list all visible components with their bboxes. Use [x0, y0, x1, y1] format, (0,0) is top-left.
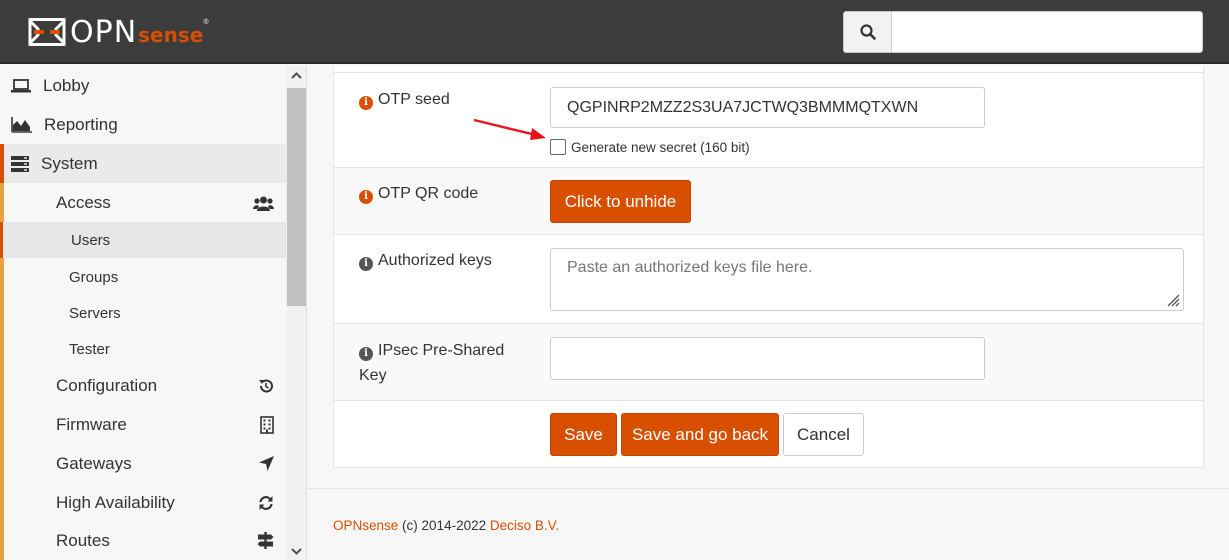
- ipsec-psk-label: i IPsec Pre-Shared Key: [359, 342, 505, 384]
- sidebar-item-label: Users: [71, 231, 111, 249]
- footer-company-link[interactable]: Deciso B.V.: [490, 518, 559, 533]
- resize-handle-icon[interactable]: [1166, 293, 1180, 307]
- opnsense-logo-icon: [28, 17, 66, 47]
- signpost-icon: [257, 532, 274, 549]
- sidebar-item-servers[interactable]: Servers: [4, 295, 286, 331]
- sidebar-item-label: Servers: [69, 304, 121, 322]
- server-icon: [11, 155, 29, 172]
- sidebar-item-users[interactable]: Users: [0, 222, 286, 258]
- sidebar-item-reporting[interactable]: Reporting: [0, 105, 286, 144]
- form-actions-row: Save Save and go back Cancel: [334, 400, 1203, 468]
- search-button[interactable]: [843, 11, 891, 53]
- sidebar-item-configuration[interactable]: Configuration: [4, 366, 286, 405]
- info-icon[interactable]: i: [359, 96, 373, 110]
- sidebar-item-label: Routes: [56, 530, 110, 550]
- user-form-panel: i OTP seed QGPINRP2MZZ2S3UA7JCTWQ3BMMMQTX…: [333, 66, 1204, 468]
- logo-opn-text: OPN: [70, 14, 138, 50]
- search-icon: [859, 24, 876, 40]
- sidebar-item-label: Groups: [69, 268, 119, 286]
- opnsense-logo[interactable]: OPN sense ®: [28, 12, 209, 52]
- otp-qr-label: i OTP QR code: [359, 181, 478, 206]
- generate-secret-checkbox[interactable]: [550, 139, 566, 155]
- sidebar: Lobby Reporting System Access Users Grou…: [0, 66, 307, 560]
- building-icon: [260, 415, 274, 434]
- sidebar-item-label: Reporting: [44, 114, 118, 134]
- authorized-keys-textarea[interactable]: Paste an authorized keys file here.: [550, 248, 1184, 311]
- footer: OPNsense (c) 2014-2022 Deciso B.V.: [307, 488, 1229, 560]
- otp-seed-row: i OTP seed QGPINRP2MZZ2S3UA7JCTWQ3BMMMQTX…: [334, 72, 1203, 168]
- sidebar-item-label: Firmware: [56, 414, 127, 434]
- users-icon: [253, 196, 274, 211]
- top-navbar: OPN sense ®: [0, 0, 1229, 64]
- footer-copyright: (c) 2014-2022: [402, 518, 487, 533]
- sidebar-item-label: High Availability: [56, 492, 175, 512]
- sidebar-item-firmware[interactable]: Firmware: [4, 405, 286, 444]
- click-to-unhide-button[interactable]: Click to unhide: [550, 180, 691, 223]
- sidebar-item-access[interactable]: Access: [4, 183, 286, 222]
- refresh-icon: [259, 495, 273, 510]
- scrollbar-thumb[interactable]: [287, 88, 306, 306]
- authorized-keys-row: i Authorized keys Paste an authorized key…: [334, 234, 1203, 324]
- cancel-button[interactable]: Cancel: [783, 413, 864, 456]
- info-icon[interactable]: i: [359, 347, 373, 361]
- sidebar-scrollbar[interactable]: [286, 66, 306, 560]
- sidebar-item-high-availability[interactable]: High Availability: [4, 483, 286, 522]
- save-and-go-back-button[interactable]: Save and go back: [621, 413, 779, 456]
- logo-registered-mark: ®: [203, 18, 209, 26]
- system-submenu: Access Users Groups Servers Tester Confi…: [0, 183, 286, 560]
- search-input[interactable]: [891, 11, 1203, 53]
- sidebar-item-routes[interactable]: Routes: [4, 521, 286, 560]
- sidebar-item-system[interactable]: System: [0, 144, 286, 183]
- sidebar-item-label: Configuration: [56, 375, 158, 395]
- otp-seed-label: i OTP seed: [359, 87, 450, 112]
- sidebar-item-tester[interactable]: Tester: [4, 331, 286, 367]
- ipsec-psk-row: i IPsec Pre-Shared Key: [334, 323, 1203, 401]
- otp-qr-row: i OTP QR code Click to unhide: [334, 167, 1203, 235]
- sidebar-item-label: Tester: [69, 340, 110, 358]
- sidebar-item-groups[interactable]: Groups: [4, 259, 286, 295]
- history-icon: [259, 379, 273, 393]
- location-arrow-icon: [259, 456, 274, 471]
- annotation-arrow-icon: [473, 118, 546, 140]
- laptop-icon: [11, 78, 31, 92]
- ipsec-psk-input[interactable]: [550, 337, 985, 380]
- logo-sense-text: sense: [138, 22, 204, 47]
- sidebar-item-label: Access: [56, 192, 111, 212]
- footer-brand-link[interactable]: OPNsense: [333, 518, 398, 533]
- otp-seed-input[interactable]: QGPINRP2MZZ2S3UA7JCTWQ3BMMMQTXWN: [550, 87, 985, 128]
- generate-secret-label[interactable]: Generate new secret (160 bit): [571, 139, 750, 156]
- footer-text: OPNsense (c) 2014-2022 Deciso B.V.: [333, 518, 559, 533]
- sidebar-item-gateways[interactable]: Gateways: [4, 444, 286, 483]
- sidebar-item-label: Gateways: [56, 453, 132, 473]
- save-button[interactable]: Save: [550, 413, 617, 456]
- area-chart-icon: [11, 116, 32, 133]
- search-group: [843, 11, 1203, 53]
- sidebar-item-label: System: [41, 153, 98, 173]
- sidebar-item-label: Lobby: [43, 75, 90, 95]
- scroll-up-arrow-icon[interactable]: [286, 66, 306, 84]
- main-content: i OTP seed QGPINRP2MZZ2S3UA7JCTWQ3BMMMQTX…: [307, 66, 1229, 560]
- info-icon[interactable]: i: [359, 257, 373, 271]
- info-icon[interactable]: i: [359, 190, 373, 204]
- sidebar-item-lobby[interactable]: Lobby: [0, 66, 286, 105]
- scroll-down-arrow-icon[interactable]: [286, 542, 306, 560]
- authorized-keys-label: i Authorized keys: [359, 248, 492, 273]
